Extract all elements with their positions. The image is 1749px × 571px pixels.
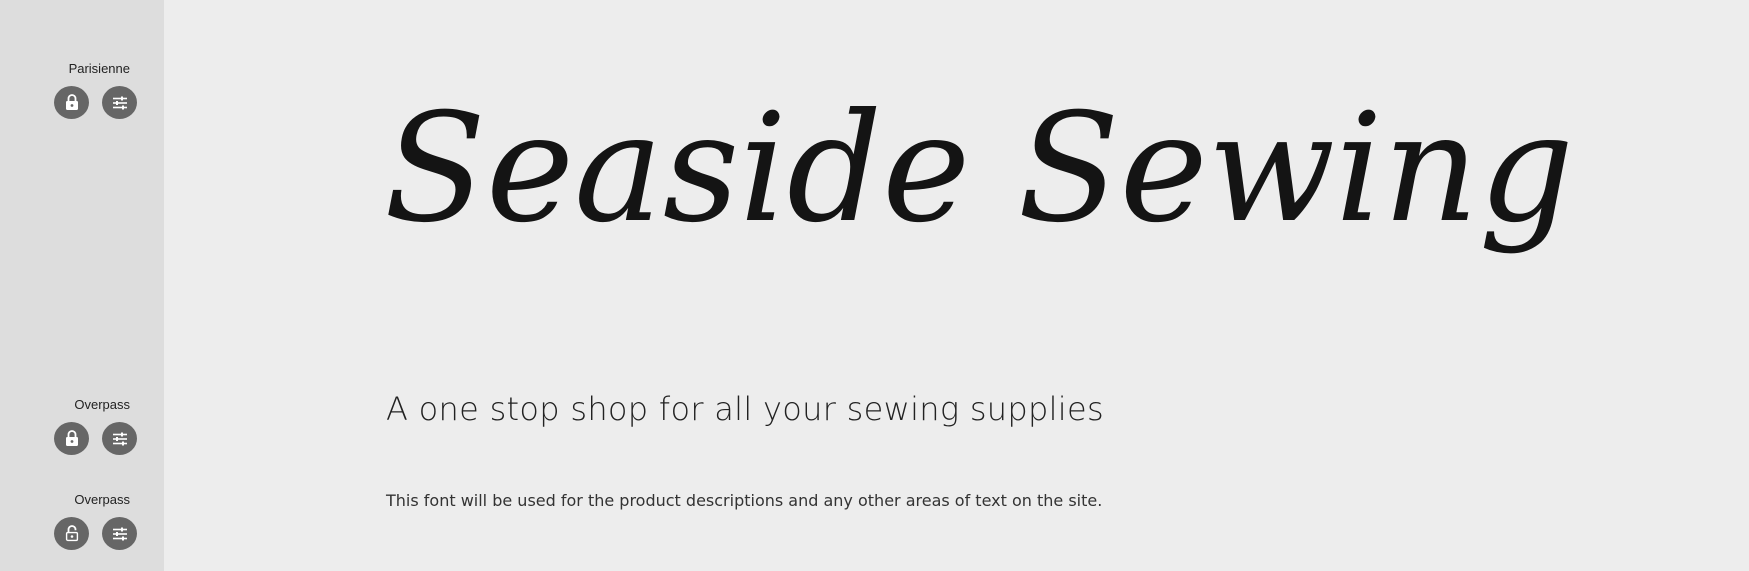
sliders-icon <box>112 96 127 109</box>
lock-button[interactable] <box>54 517 89 550</box>
lock-closed-icon <box>65 94 78 110</box>
lock-open-icon <box>65 525 78 542</box>
font-name-label: Parisienne <box>68 61 130 76</box>
font-preview-canvas: Seaside Sewing A one stop shop for all y… <box>164 0 1749 571</box>
body-text-preview[interactable]: This font will be used for the product d… <box>386 491 1102 510</box>
sliders-icon <box>112 432 127 445</box>
heading-text: Seaside Sewing <box>384 82 1574 256</box>
lock-button[interactable] <box>54 86 89 119</box>
font-sidebar: Parisienne Overpass Overpass <box>0 0 164 571</box>
lock-button[interactable] <box>54 422 89 455</box>
font-settings-button[interactable] <box>102 86 137 119</box>
lock-closed-icon <box>65 430 78 446</box>
sliders-icon <box>112 527 127 540</box>
font-settings-button[interactable] <box>102 517 137 550</box>
tagline-preview[interactable]: A one stop shop for all your sewing supp… <box>386 390 1104 428</box>
font-settings-button[interactable] <box>102 422 137 455</box>
font-name-label: Overpass <box>74 397 130 412</box>
heading-preview[interactable]: Seaside Sewing <box>384 30 1704 330</box>
font-name-label: Overpass <box>74 492 130 507</box>
